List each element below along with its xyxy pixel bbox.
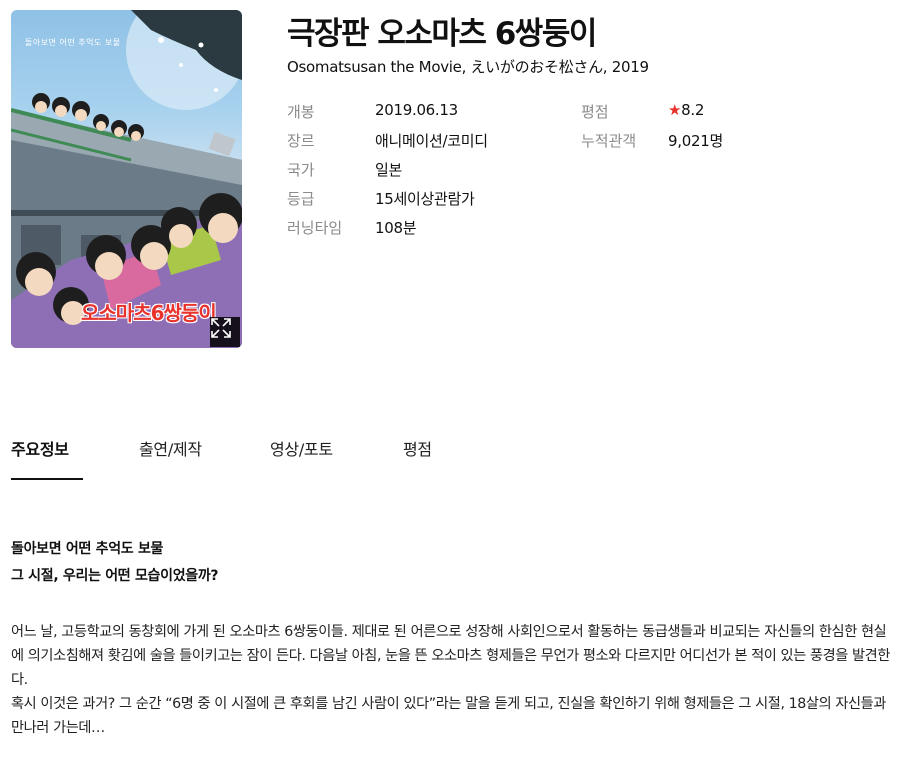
- poster-title-art: 오소마츠6쌍둥이: [81, 301, 217, 325]
- movie-subtitle: Osomatsusan the Movie, えいがのおそ松さん, 2019: [287, 58, 649, 76]
- genre-value: 애니메이션/코미디: [375, 132, 488, 150]
- rating-label: 등급: [287, 190, 315, 208]
- movie-title: 극장판 오소마츠 6쌍둥이: [287, 16, 597, 52]
- tab-main-info[interactable]: 주요정보: [11, 436, 69, 460]
- score-label: 평점: [581, 103, 609, 121]
- runtime-label: 러닝타임: [287, 219, 343, 237]
- score-value: 8.2: [681, 101, 705, 119]
- poster-tagline: 돌아보면 어떤 추억도 보물: [25, 38, 121, 47]
- synopsis: 어느 날, 고등학교의 동창회에 가게 된 오소마츠 6쌍둥이들. 제대로 된 …: [11, 620, 891, 740]
- genre-label: 장르: [287, 132, 315, 150]
- audience-label: 누적관객: [581, 132, 637, 150]
- content-tagline-1: 돌아보면 어떤 추억도 보물: [11, 541, 164, 557]
- runtime-value: 108분: [375, 219, 417, 237]
- audience-value: 9,021명: [668, 132, 723, 150]
- detail-tabs: 주요정보 출연/제작 영상/포토 평점: [11, 430, 900, 480]
- rating-value: 15세이상관람가: [375, 190, 475, 208]
- tab-video-photo[interactable]: 영상/포토: [270, 436, 333, 460]
- expand-poster-button[interactable]: [210, 317, 240, 347]
- country-label: 국가: [287, 161, 315, 179]
- release-label: 개봉: [287, 103, 315, 121]
- active-tab-indicator: [11, 478, 83, 480]
- tab-cast-crew[interactable]: 출연/제작: [139, 436, 202, 460]
- tab-reviews[interactable]: 평점: [403, 436, 432, 460]
- synopsis-paragraph-2: 혹시 이것은 과거? 그 순간 “6명 중 이 시절에 큰 후회를 남긴 사람이…: [11, 696, 886, 736]
- release-value: 2019.06.13: [375, 101, 458, 119]
- expand-icon: [211, 318, 231, 338]
- country-value: 일본: [375, 161, 403, 179]
- star-icon: ★: [668, 101, 682, 119]
- synopsis-paragraph-1: 어느 날, 고등학교의 동창회에 가게 된 오소마츠 6쌍둥이들. 제대로 된 …: [11, 624, 890, 688]
- movie-poster[interactable]: 돌아보면 어떤 추억도 보물 오소마츠6쌍둥이: [11, 10, 242, 348]
- content-tagline-2: 그 시절, 우리는 어떤 모습이었을까?: [11, 568, 219, 584]
- score-display: ★8.2: [668, 101, 704, 119]
